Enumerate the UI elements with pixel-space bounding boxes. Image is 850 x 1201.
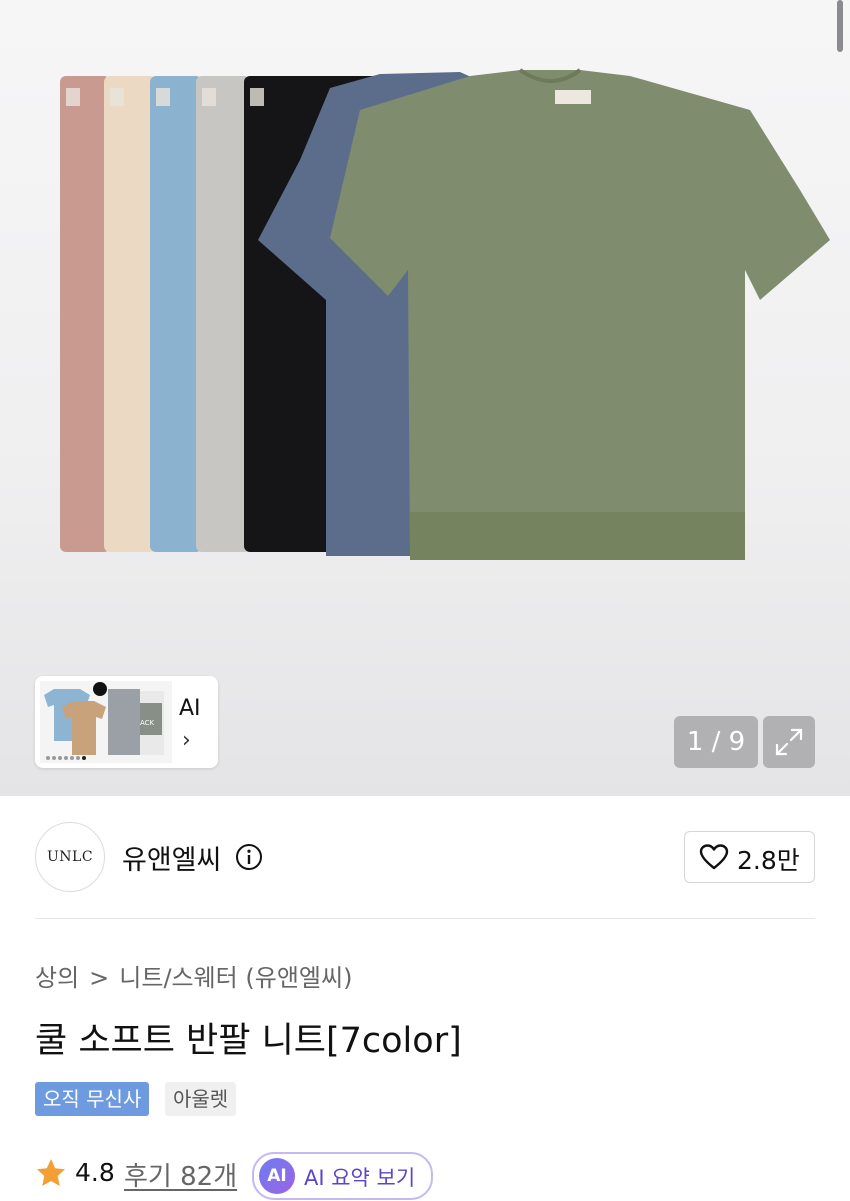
shirt-label-tag: [66, 88, 80, 106]
shirt-neck-label: [555, 90, 591, 104]
tag-outlet: 아울렛: [165, 1082, 237, 1116]
breadcrumb: 상의 > 니트/스웨터 (유앤엘씨): [35, 958, 352, 993]
divider: [35, 918, 815, 919]
thumbnail-image: ACK: [40, 681, 172, 763]
folded-shirt: [150, 76, 202, 552]
breadcrumb-separator: >: [89, 964, 110, 992]
expand-button[interactable]: [763, 716, 815, 768]
image-counter: 1 / 9: [674, 716, 758, 768]
svg-text:ACK: ACK: [140, 719, 155, 727]
product-title: 쿨 소프트 반팔 니트[7color]: [35, 1021, 462, 1061]
ai-summary-button[interactable]: AI AI 요약 보기: [252, 1152, 433, 1200]
page-scrollbar[interactable]: [837, 0, 843, 52]
like-count: 2.8만: [737, 846, 800, 875]
info-icon[interactable]: [235, 843, 263, 871]
like-button[interactable]: 2.8만: [684, 831, 815, 883]
folded-shirt: [196, 76, 250, 552]
ai-summary-label: AI 요약 보기: [304, 1166, 416, 1190]
product-image-gallery[interactable]: ACK AI › 1 / 9: [0, 0, 850, 796]
ai-badge-icon: AI: [259, 1158, 295, 1194]
brand-name[interactable]: 유앤엘씨: [122, 838, 221, 877]
folded-shirt: [104, 76, 156, 552]
shirt-label-tag: [202, 88, 216, 106]
brand-logo[interactable]: UNLC: [35, 822, 105, 892]
shirt-label-tag: [156, 88, 170, 106]
tag-musinsa-exclusive: 오직 무신사: [35, 1082, 150, 1116]
folded-shirt: [60, 76, 110, 552]
rating-score: 4.8: [75, 1158, 115, 1187]
shirt-label-tag: [250, 88, 264, 106]
ai-thumb-label: AI: [179, 696, 201, 721]
review-count-link[interactable]: 후기 82개: [124, 1156, 237, 1193]
breadcrumb-subcategory[interactable]: 니트/스웨터 (유앤엘씨): [119, 958, 352, 993]
star-icon: [37, 1159, 65, 1186]
breadcrumb-category[interactable]: 상의: [35, 958, 79, 993]
shirt-hem: [410, 512, 745, 560]
heart-icon: [699, 844, 729, 870]
expand-icon: [775, 728, 803, 756]
chevron-right-icon: ›: [182, 728, 191, 753]
shirt-label-tag: [110, 88, 124, 106]
ai-style-thumbnail[interactable]: ACK AI ›: [35, 676, 218, 768]
